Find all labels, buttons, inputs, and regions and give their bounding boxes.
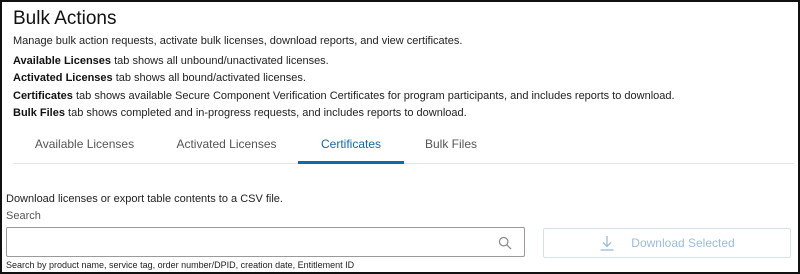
tab-description-bulk-files: Bulk Files tab shows completed and in-pr… [13,107,467,119]
download-icon [600,236,614,251]
search-input[interactable] [11,232,491,252]
tab-description-available: Available Licenses tab shows all unbound… [13,55,329,67]
bulk-actions-panel: Bulk Actions Manage bulk action requests… [0,0,800,274]
tab-description-name: Available Licenses [13,55,112,67]
search-label: Search [6,210,41,222]
tab-description-text: tab shows completed and in-progress requ… [64,107,467,119]
tab-description-certificates: Certificates tab shows available Secure … [13,90,675,102]
tab-description-text: tab shows available Secure Component Ver… [72,90,675,102]
tab-description-name: Bulk Files [13,107,65,119]
download-selected-button[interactable]: Download Selected [543,228,791,258]
page-description: Manage bulk action requests, activate bu… [13,35,463,47]
tab-bulk-files[interactable]: Bulk Files [404,126,498,164]
download-info-text: Download licenses or export table conten… [6,193,283,205]
search-icon[interactable] [498,236,512,250]
search-field[interactable] [6,227,525,257]
tab-description-text: tab shows all bound/activated licenses. [112,72,306,84]
tab-available-licenses[interactable]: Available Licenses [13,126,156,164]
tab-bar: Available Licenses Activated Licenses Ce… [13,126,794,164]
search-helper-text: Search by product name, service tag, ord… [6,260,355,270]
download-selected-label: Download Selected [631,236,735,250]
tab-description-name: Certificates [13,90,73,102]
tab-description-activated: Activated Licenses tab shows all bound/a… [13,72,306,84]
tab-description-name: Activated Licenses [13,72,113,84]
page-title: Bulk Actions [13,8,117,29]
tab-activated-licenses[interactable]: Activated Licenses [156,126,297,164]
tab-description-text: tab shows all unbound/unactivated licens… [111,55,329,67]
tab-certificates[interactable]: Certificates [298,126,404,164]
